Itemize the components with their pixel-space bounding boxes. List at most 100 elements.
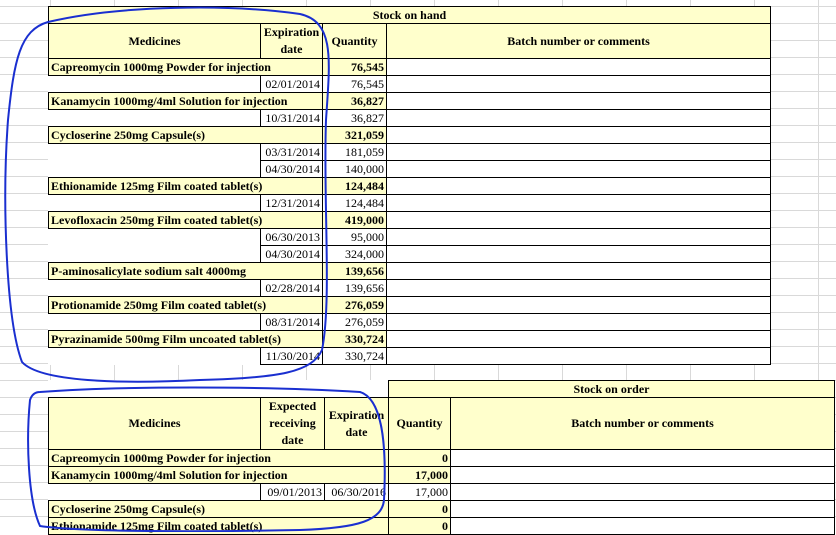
lot-expiration-date: 02/01/2014: [260, 75, 323, 93]
stock-on-order-table: Stock on order Medicines Expected receiv…: [48, 380, 835, 535]
lot-expiration-date: 06/30/2013: [260, 228, 323, 246]
order-medicine-row: Cycloserine 250mg Capsule(s) 0: [48, 500, 835, 518]
quantity-header: Quantity: [322, 23, 387, 59]
order-medicine-row: Capreomycin 1000mg Powder for injection 0: [48, 449, 835, 467]
lot-expiration-date: 11/30/2014: [260, 347, 323, 365]
medicine-total-quantity: 139,656: [322, 262, 387, 280]
order-medicine-name: Cycloserine 250mg Capsule(s): [48, 500, 389, 518]
batch-comment-cell: [386, 296, 771, 314]
medicine-name: Levofloxacin 250mg Film coated tablet(s): [48, 211, 323, 229]
lot-row: 10/31/2014 36,827: [49, 109, 771, 127]
medicine-row: P-aminosalicylate sodium salt 4000mg 139,…: [48, 262, 771, 280]
batch-comment-cell: [386, 313, 771, 331]
medicine-name: Pyrazinamide 500mg Film uncoated tablet(…: [48, 330, 323, 348]
batch-comment-cell: [386, 211, 771, 229]
order-batch-header: Batch number or comments: [450, 397, 835, 450]
batch-comment-cell: [386, 228, 771, 246]
medicines-header: Medicines: [48, 23, 261, 59]
lot-expiration-date: 02/28/2014: [260, 279, 323, 297]
order-batch-comment-cell: [450, 466, 835, 484]
medicine-name: Capreomycin 1000mg Powder for injection: [48, 58, 323, 76]
lot-quantity: 276,059: [322, 313, 387, 331]
lot-expiration-date: 03/31/2014: [260, 143, 323, 161]
lot-row: 06/30/2013 95,000: [49, 228, 771, 246]
batch-comment-cell: [386, 160, 771, 178]
medicine-row: Kanamycin 1000mg/4ml Solution for inject…: [48, 92, 771, 110]
medicine-total-quantity: 124,484: [322, 177, 387, 195]
order-total-quantity: 0: [388, 500, 451, 518]
medicine-row: Pyrazinamide 500mg Film uncoated tablet(…: [48, 330, 771, 348]
order-batch-comment-cell: [450, 449, 835, 467]
medicine-name: Kanamycin 1000mg/4ml Solution for inject…: [48, 92, 323, 110]
medicine-name: Ethionamide 125mg Film coated tablet(s): [48, 177, 323, 195]
order-quantity-header: Quantity: [388, 397, 451, 450]
lot-expiration-date: 04/30/2014: [260, 160, 323, 178]
order-medicine-row: Kanamycin 1000mg/4ml Solution for inject…: [48, 466, 835, 484]
order-medicine-name: Capreomycin 1000mg Powder for injection: [48, 449, 389, 467]
order-batch-comment-cell: [450, 500, 835, 518]
medicine-total-quantity: 36,827: [322, 92, 387, 110]
batch-comment-cell: [386, 58, 771, 76]
medicine-row: Cycloserine 250mg Capsule(s) 321,059: [48, 126, 771, 144]
lot-expiration-date: 04/30/2014: [260, 245, 323, 263]
batch-comment-cell: [386, 330, 771, 348]
batch-comment-cell: [386, 75, 771, 93]
medicine-row: Capreomycin 1000mg Powder for injection 7…: [48, 58, 771, 76]
order-total-quantity: 0: [388, 449, 451, 467]
lot-quantity: 181,059: [322, 143, 387, 161]
order-lot-row: 09/01/2013 06/30/2016 17,000: [49, 483, 835, 501]
lot-quantity: 95,000: [322, 228, 387, 246]
order-total-quantity: 17,000: [388, 466, 451, 484]
lot-quantity: 124,484: [322, 194, 387, 212]
lot-row: 04/30/2014 324,000: [49, 245, 771, 263]
medicine-total-quantity: 276,059: [322, 296, 387, 314]
stock-on-order-title: Stock on order: [388, 380, 835, 398]
medicine-name: Cycloserine 250mg Capsule(s): [48, 126, 323, 144]
expected-receiving-date-header: Expected receiving date: [260, 397, 325, 450]
order-batch-comment-cell: [450, 483, 835, 501]
lot-quantity: 76,545: [322, 75, 387, 93]
lot-quantity: 324,000: [322, 245, 387, 263]
medicine-row: Protionamide 250mg Film coated tablet(s)…: [48, 296, 771, 314]
lot-row: 12/31/2014 124,484: [49, 194, 771, 212]
batch-comment-cell: [386, 194, 771, 212]
lot-quantity: 139,656: [322, 279, 387, 297]
order-expiration-date-header: Expiration date: [324, 397, 389, 450]
batch-comment-cell: [386, 109, 771, 127]
medicine-total-quantity: 76,545: [322, 58, 387, 76]
lot-quantity: 140,000: [322, 160, 387, 178]
batch-comment-cell: [386, 279, 771, 297]
lot-row: 08/31/2014 276,059: [49, 313, 771, 331]
order-medicine-name: Kanamycin 1000mg/4ml Solution for inject…: [48, 466, 389, 484]
batch-comment-cell: [386, 143, 771, 161]
batch-comment-cell: [386, 177, 771, 195]
medicine-row: Levofloxacin 250mg Film coated tablet(s)…: [48, 211, 771, 229]
batch-comment-cell: [386, 245, 771, 263]
lot-row: 11/30/2014 330,724: [49, 347, 771, 365]
medicine-total-quantity: 330,724: [322, 330, 387, 348]
batch-comment-cell: [386, 262, 771, 280]
order-lot-expected-date: 09/01/2013: [260, 483, 325, 501]
lot-quantity: 36,827: [322, 109, 387, 127]
order-lot-expiration-date: 06/30/2016: [324, 483, 389, 501]
lot-row: 02/01/2014 76,545: [49, 75, 771, 93]
lot-expiration-date: 12/31/2014: [260, 194, 323, 212]
batch-comment-cell: [386, 92, 771, 110]
lot-expiration-date: 10/31/2014: [260, 109, 323, 127]
stock-on-hand-table: Stock on hand Medicines Expiration date …: [48, 6, 771, 365]
medicine-name: P-aminosalicylate sodium salt 4000mg: [48, 262, 323, 280]
expiration-date-header: Expiration date: [260, 23, 323, 59]
medicine-name: Protionamide 250mg Film coated tablet(s): [48, 296, 323, 314]
lot-expiration-date: 08/31/2014: [260, 313, 323, 331]
batch-comment-cell: [386, 126, 771, 144]
order-lot-quantity: 17,000: [388, 483, 451, 501]
batch-comment-cell: [386, 347, 771, 365]
medicine-total-quantity: 321,059: [322, 126, 387, 144]
stock-on-hand-title: Stock on hand: [48, 6, 771, 24]
order-medicines-header: Medicines: [48, 397, 261, 450]
lot-quantity: 330,724: [322, 347, 387, 365]
lot-row: 03/31/2014 181,059: [49, 143, 771, 161]
medicine-total-quantity: 419,000: [322, 211, 387, 229]
medicine-row: Ethionamide 125mg Film coated tablet(s) 1…: [48, 177, 771, 195]
lot-row: 02/28/2014 139,656: [49, 279, 771, 297]
